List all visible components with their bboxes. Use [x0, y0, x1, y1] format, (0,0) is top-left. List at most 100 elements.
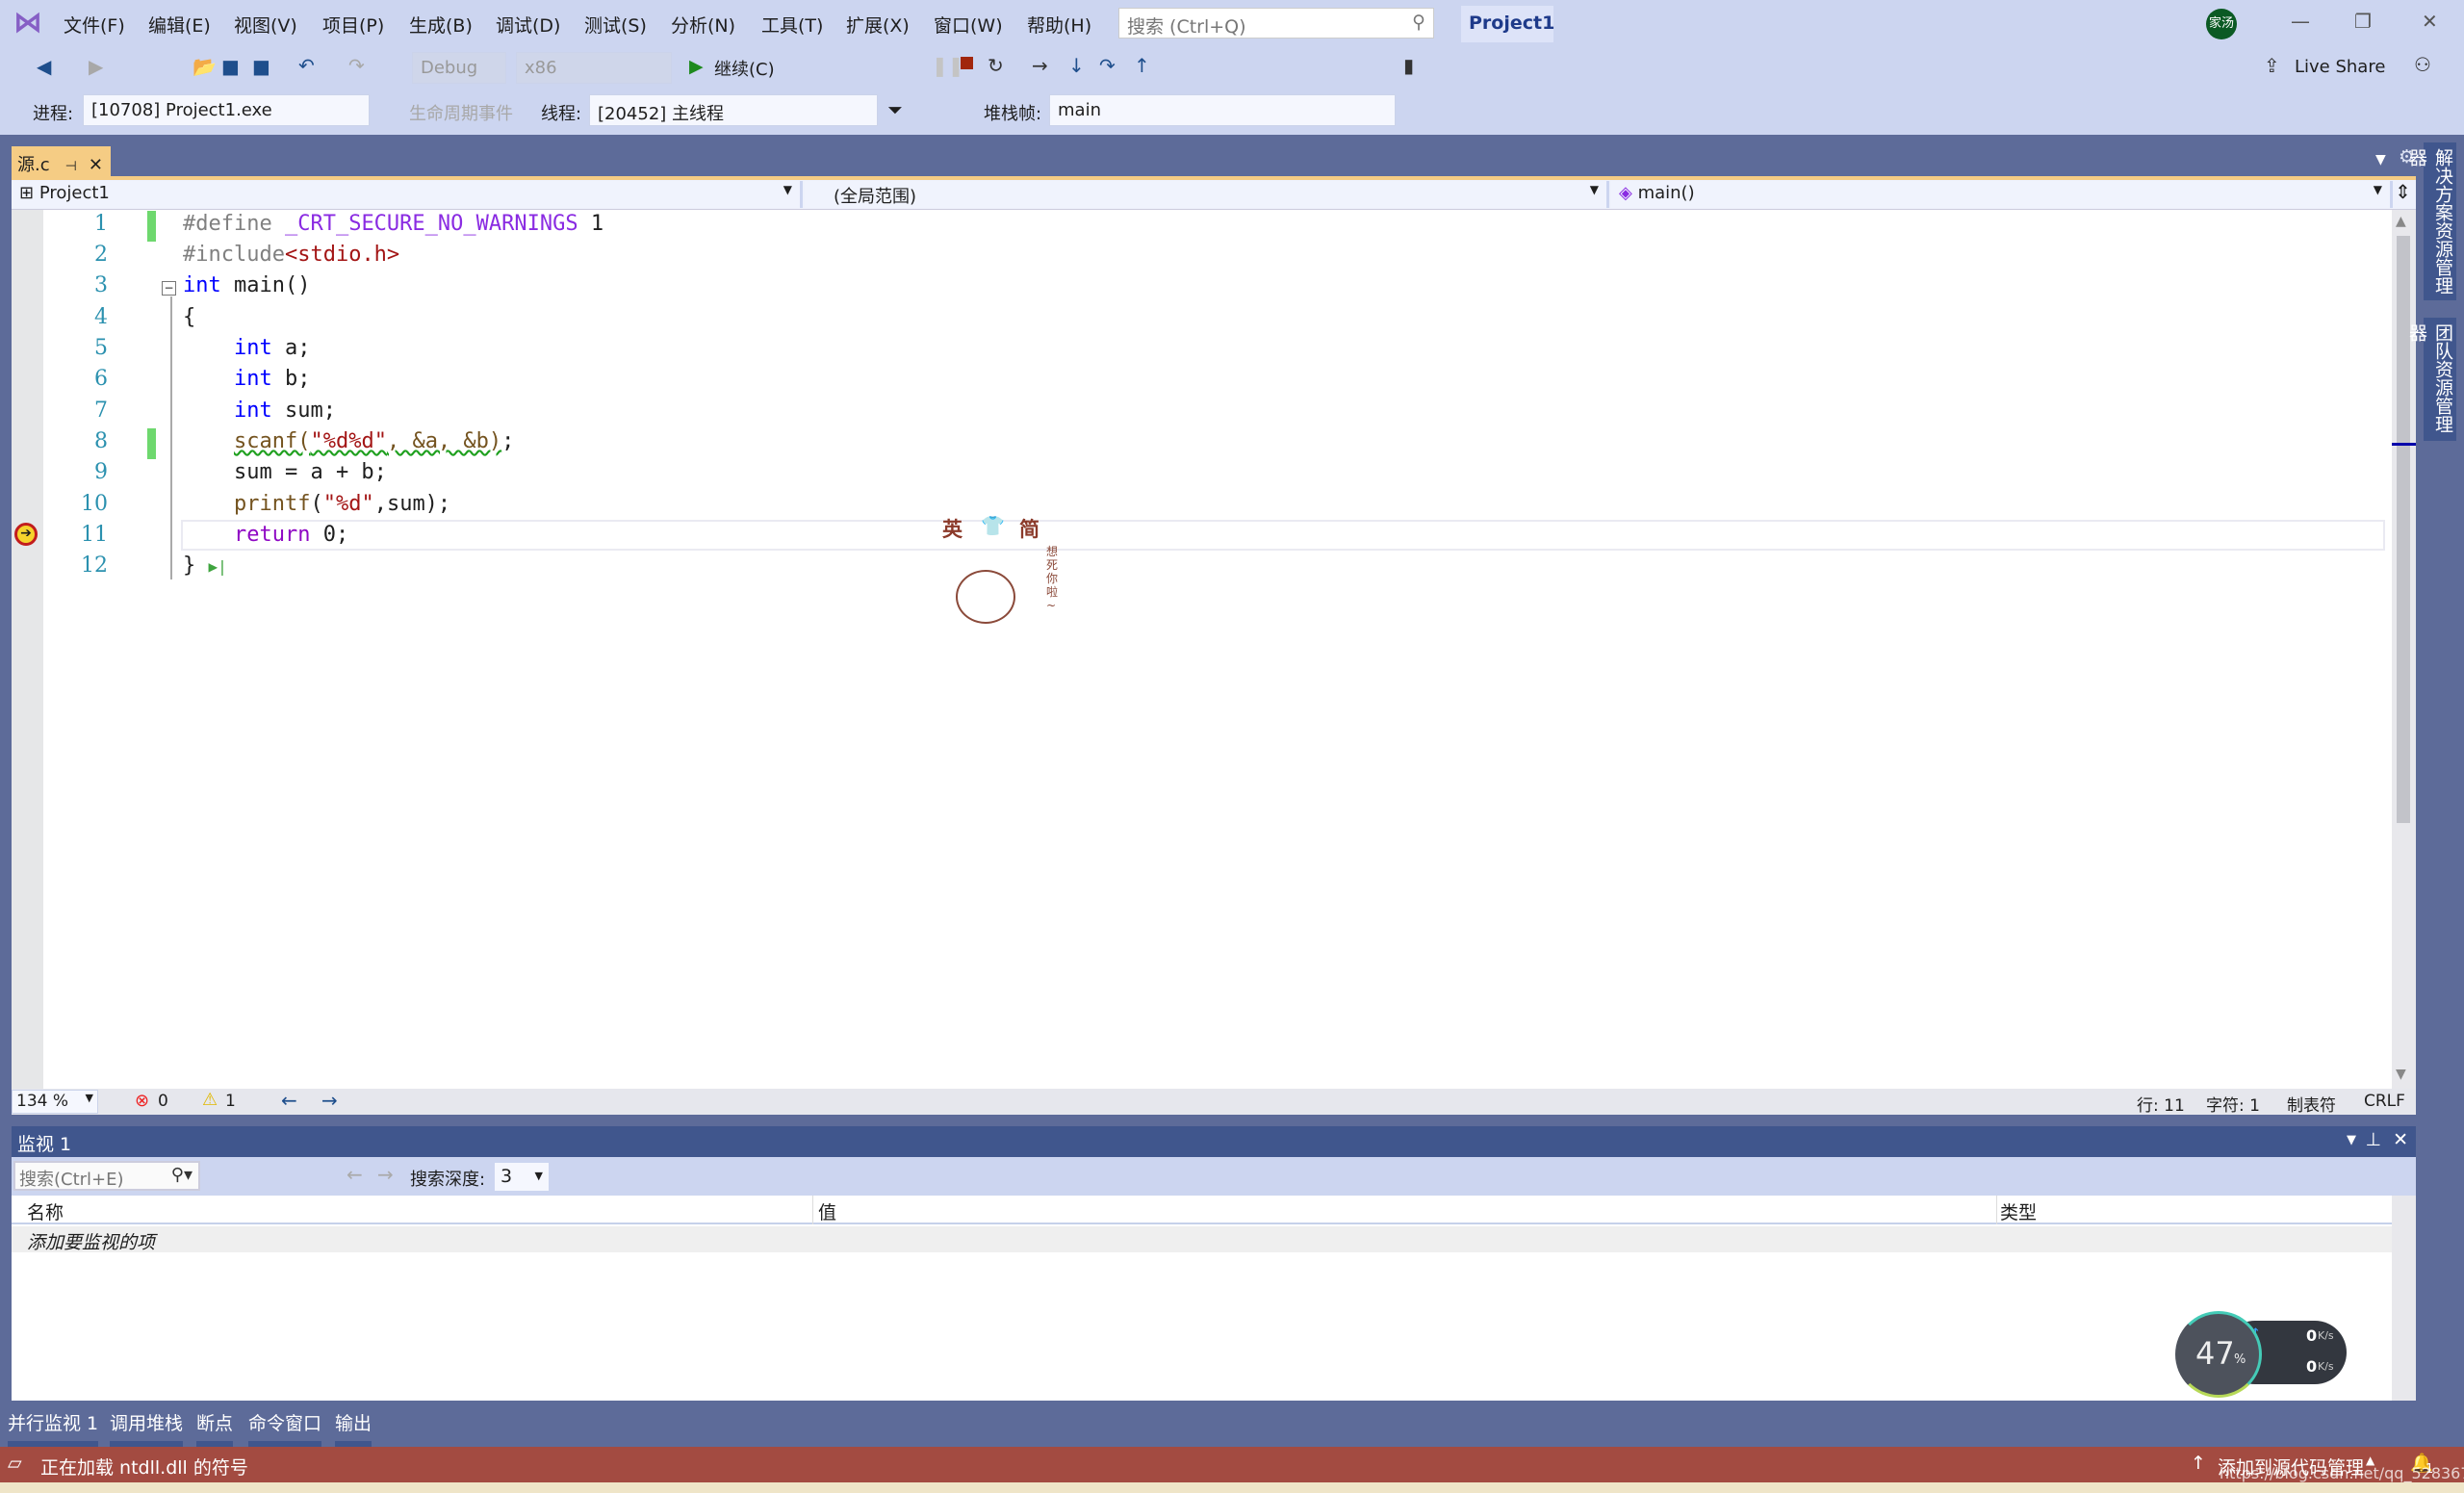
menu-file[interactable]: 文件(F)	[64, 12, 125, 38]
menu-window[interactable]: 窗口(W)	[934, 12, 1003, 38]
ime-widget[interactable]: 英 👕 简 想死你啦~	[938, 512, 1073, 666]
search-back-icon[interactable]: ←	[346, 1163, 363, 1186]
play-icon[interactable]: ▶	[689, 56, 704, 77]
scroll-up-icon[interactable]: ▲	[2396, 214, 2406, 229]
watch-search-placeholder: 搜索(Ctrl+E)	[19, 1170, 124, 1190]
zoom-dropdown[interactable]: 134 % ▼	[12, 1090, 98, 1114]
instruction-pointer-icon: ➔	[14, 523, 38, 546]
ime-mode[interactable]: 简	[1019, 514, 1040, 543]
menu-project[interactable]: 项目(P)	[322, 12, 384, 38]
member-dropdown[interactable]: ◈ main() ▼	[1611, 181, 2393, 208]
restore-button[interactable]: ❐	[2354, 10, 2372, 33]
collapse-icon[interactable]: −	[162, 281, 176, 296]
code-line: #define _CRT_SECURE_NO_WARNINGS 1	[183, 212, 604, 236]
step-out-icon[interactable]: ↑	[1134, 54, 1150, 77]
code-line: {	[183, 305, 196, 329]
thread-dropdown[interactable]: [20452] 主线程	[589, 94, 878, 126]
step-over-icon[interactable]: ↷	[1099, 54, 1116, 77]
search-forward-icon[interactable]: →	[377, 1163, 394, 1186]
taskbar	[0, 1482, 2464, 1493]
tab-parallel-watch[interactable]: 并行监视 1	[8, 1409, 99, 1449]
title-bar: ⋈ 文件(F) 编辑(E) 视图(V) 项目(P) 生成(B) 调试(D) 测试…	[0, 0, 2464, 46]
platform-dropdown[interactable]: x86	[516, 52, 672, 84]
tab-breakpoints[interactable]: 断点	[196, 1409, 234, 1449]
pin-icon[interactable]: ⊥	[2365, 1129, 2381, 1150]
side-tab-team-explorer[interactable]: 团队资源管理器	[2406, 318, 2456, 441]
menu-test[interactable]: 测试(S)	[584, 12, 647, 38]
pin-icon[interactable]: ⊣	[65, 159, 77, 174]
column-value[interactable]: 值	[818, 1198, 836, 1224]
live-share-icon[interactable]: ⇪	[2264, 54, 2280, 77]
avatar[interactable]: 家汤	[2206, 9, 2237, 39]
search-depth-dropdown[interactable]: 3 ▼	[495, 1163, 549, 1191]
tab-call-stack[interactable]: 调用堆栈	[110, 1409, 184, 1449]
watch-scrollbar[interactable]	[2392, 1196, 2416, 1401]
live-share-button[interactable]: Live Share	[2295, 57, 2385, 77]
stop-icon[interactable]	[961, 57, 973, 69]
menu-edit[interactable]: 编辑(E)	[148, 12, 211, 38]
window-menu-icon[interactable]: ▼	[2347, 1133, 2356, 1147]
tab-list-icon[interactable]: ▼	[2375, 152, 2386, 167]
process-dropdown[interactable]: [10708] Project1.exe	[83, 94, 370, 126]
open-file-icon[interactable]: 📂	[192, 55, 217, 78]
menu-extensions[interactable]: 扩展(X)	[846, 12, 910, 38]
indicator-margin[interactable]	[12, 210, 43, 1089]
stack-frame-dropdown[interactable]: main	[1049, 94, 1396, 126]
code-editor[interactable]	[12, 210, 2392, 1089]
line-ending[interactable]: CRLF	[2364, 1092, 2405, 1111]
save-all-icon[interactable]: ■	[252, 55, 270, 78]
split-icon[interactable]: ⇕	[2395, 180, 2411, 203]
close-tab-icon[interactable]: ✕	[89, 155, 103, 175]
tab-command-window[interactable]: 命令窗口	[248, 1409, 322, 1449]
filter-icon[interactable]: ⏷	[887, 98, 903, 121]
config-dropdown[interactable]: Debug	[412, 52, 506, 84]
add-watch-row[interactable]: 添加要监视的项	[12, 1226, 2392, 1253]
forward-icon[interactable]: ▶	[89, 55, 103, 78]
redo-icon[interactable]: ↷	[348, 54, 365, 77]
tab-source-c[interactable]: 源.c ⊣ ✕	[12, 146, 111, 179]
tab-mode[interactable]: 制表符	[2287, 1092, 2336, 1116]
menu-help[interactable]: 帮助(H)	[1027, 12, 1091, 38]
bookmark-icon[interactable]: ▮	[1403, 54, 1414, 77]
watch-search-input[interactable]: 搜索(Ctrl+E) ⚲▾	[13, 1161, 200, 1191]
menu-view[interactable]: 视图(V)	[234, 12, 297, 38]
warning-count[interactable]: 1	[225, 1092, 236, 1111]
line-number: 4	[94, 305, 108, 329]
menu-debug[interactable]: 调试(D)	[496, 12, 560, 38]
side-tab-solution-explorer[interactable]: 解决方案资源管理器	[2406, 142, 2456, 300]
error-count[interactable]: 0	[158, 1092, 168, 1111]
menu-build[interactable]: 生成(B)	[409, 12, 473, 38]
tab-output[interactable]: 输出	[335, 1409, 372, 1449]
system-monitor-widget[interactable]: ↑ 0 K/s ↓ 0 K/s 47 %	[2175, 1309, 2348, 1401]
caret-position-marker	[2392, 443, 2416, 446]
ime-language[interactable]: 英	[942, 514, 962, 543]
error-icon[interactable]: ⊗	[135, 1091, 149, 1111]
close-panel-icon[interactable]: ✕	[2393, 1129, 2408, 1150]
thread-label: 线程:	[541, 104, 582, 124]
feedback-icon[interactable]: ⚇	[2414, 53, 2431, 76]
back-icon[interactable]: ◀	[37, 55, 51, 78]
ime-skin-icon[interactable]: 👕	[981, 514, 1005, 537]
save-icon[interactable]: ■	[221, 55, 240, 78]
menu-tools[interactable]: 工具(T)	[761, 12, 823, 38]
minimize-button[interactable]: —	[2291, 10, 2310, 33]
pause-icon[interactable]: ❚❚	[932, 54, 964, 77]
project-dropdown[interactable]: ⊞ Project1 ▼	[12, 181, 803, 208]
menu-analyze[interactable]: 分析(N)	[671, 12, 735, 38]
column-name[interactable]: 名称	[27, 1198, 64, 1224]
scope-dropdown[interactable]: (全局范围) ▼	[805, 181, 1609, 208]
close-button[interactable]: ✕	[2422, 10, 2438, 33]
undo-icon[interactable]: ↶	[298, 54, 315, 77]
column-type[interactable]: 类型	[2000, 1198, 2037, 1224]
show-next-statement-icon[interactable]: →	[1032, 54, 1048, 77]
scroll-down-icon[interactable]: ▼	[2396, 1067, 2406, 1082]
step-into-icon[interactable]: ↓	[1068, 54, 1085, 77]
outline-line	[170, 296, 172, 579]
restart-icon[interactable]: ↻	[988, 54, 1004, 77]
continue-button[interactable]: 继续(C)	[714, 56, 775, 81]
lifecycle-events-button[interactable]: 生命周期事件	[409, 100, 513, 125]
next-issue-icon[interactable]: →	[321, 1089, 338, 1112]
search-input[interactable]: 搜索 (Ctrl+Q) ⚲	[1118, 8, 1434, 39]
previous-issue-icon[interactable]: ←	[281, 1089, 297, 1112]
warning-icon[interactable]: ⚠	[202, 1090, 218, 1110]
